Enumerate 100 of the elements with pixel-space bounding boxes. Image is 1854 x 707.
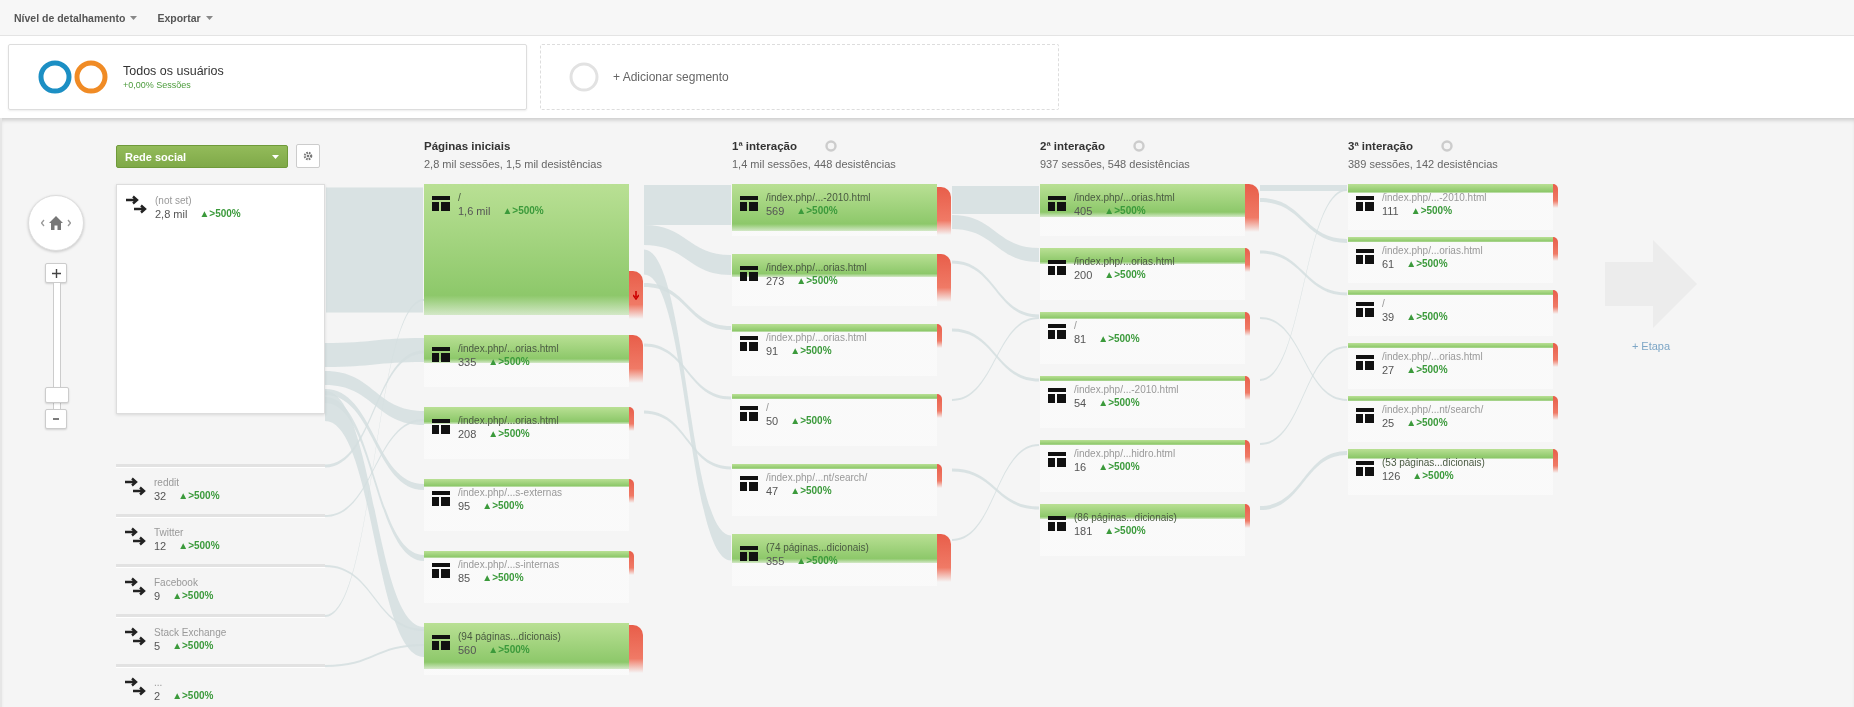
- dropoff-bar: [1245, 312, 1250, 336]
- node-count: 16: [1074, 461, 1087, 473]
- node-count: 50: [766, 415, 779, 427]
- settings-icon[interactable]: [1441, 140, 1453, 152]
- node-label: /index.php/...nt/search/: [766, 472, 868, 483]
- page-node[interactable]: /index.php/...-2010.html 569 ▲>500%: [732, 184, 951, 236]
- change-indicator: ▲>500%: [172, 590, 214, 602]
- source-node[interactable]: reddit 32 ▲>500%: [116, 464, 325, 514]
- dropoff-bar: [629, 335, 643, 383]
- source-node[interactable]: Facebook 9 ▲>500%: [116, 564, 325, 614]
- arrows-icon: [124, 477, 146, 497]
- node-count: 208: [458, 428, 477, 440]
- node-count: 1,6 mil: [458, 205, 491, 217]
- dropoff-bar: [937, 534, 951, 582]
- settings-icon: [302, 150, 314, 162]
- segment-card[interactable]: Todos os usuários +0,00% Sessões: [8, 44, 527, 110]
- column-title: Páginas iniciais: [424, 140, 511, 152]
- slider-thumb[interactable]: [45, 387, 69, 404]
- node-label: /index.php/...-2010.html: [1382, 192, 1487, 203]
- node-count: 81: [1074, 333, 1087, 345]
- node-label: /index.php/...orias.html: [458, 343, 559, 354]
- page-icon: [1048, 452, 1066, 467]
- caret-icon: [130, 15, 138, 20]
- segment-subtitle: +0,00% Sessões: [123, 80, 192, 90]
- node-count: 2,8 mil: [155, 208, 188, 220]
- dropoff-bar: [1245, 504, 1250, 528]
- dropoff-bar: [1553, 343, 1558, 367]
- dropoff-bar: [1245, 184, 1259, 232]
- page-icon: [1356, 196, 1374, 211]
- node-label: /index.php/...hidro.html: [1074, 448, 1176, 459]
- page-node[interactable]: /index.php/...orias.html 273 ▲>500%: [732, 254, 951, 306]
- change-indicator: ▲>500%: [488, 428, 530, 440]
- change-indicator: ▲>500%: [1406, 258, 1448, 270]
- home-button[interactable]: [28, 195, 84, 251]
- minus-icon: [53, 418, 59, 420]
- page-icon: [432, 491, 450, 506]
- change-indicator: ▲>500%: [1098, 333, 1140, 345]
- change-indicator: ▲>500%: [1098, 397, 1140, 409]
- dropoff-bar: [629, 551, 634, 575]
- add-segment-button[interactable]: + Adicionar segmento: [540, 44, 1059, 110]
- dropoff-bar: [1553, 184, 1558, 208]
- page-node[interactable]: (94 páginas...dicionais) 560 ▲>500%: [424, 623, 643, 675]
- settings-icon[interactable]: [1133, 140, 1145, 152]
- page-icon: [740, 476, 758, 491]
- change-indicator: ▲>500%: [1104, 269, 1146, 281]
- change-indicator: ▲>500%: [178, 540, 220, 552]
- node-label: /index.php/...orias.html: [1074, 192, 1175, 203]
- home-navigation-icon: [41, 214, 71, 232]
- page-node[interactable]: /index.php/...orias.html 405 ▲>500%: [1040, 184, 1259, 236]
- dropoff-bar: [1245, 376, 1250, 400]
- node-count: 335: [458, 356, 477, 368]
- source-node[interactable]: Twitter 12 ▲>500%: [116, 514, 325, 564]
- dropoff-bar: [937, 394, 942, 418]
- column-title: 1ª interação: [732, 140, 797, 152]
- node-count: 85: [458, 572, 471, 584]
- change-indicator: ▲>500%: [1406, 311, 1448, 323]
- change-indicator: ▲>500%: [172, 640, 214, 652]
- change-indicator: ▲>500%: [1410, 205, 1453, 217]
- node-count: 5: [154, 640, 161, 652]
- plus-icon: [51, 268, 61, 278]
- arrows-icon: [125, 195, 147, 215]
- dropoff-bar: [629, 407, 634, 431]
- page-icon: [1048, 196, 1066, 211]
- node-count: 32: [154, 490, 167, 502]
- node-count: 560: [458, 644, 477, 656]
- settings-button[interactable]: [296, 144, 320, 168]
- node-label: Facebook: [154, 577, 199, 588]
- node-label: (not set): [155, 195, 193, 206]
- source-node[interactable]: Stack Exchange 5 ▲>500%: [116, 614, 325, 664]
- node-label: Twitter: [154, 527, 185, 538]
- node-label: (53 páginas...dicionais): [1382, 457, 1485, 468]
- zoom-in-button[interactable]: [45, 263, 67, 283]
- node-label: /index.php/...s-externas: [458, 487, 562, 498]
- page-node[interactable]: /index.php/...orias.html 335 ▲>500%: [424, 335, 643, 387]
- source-node[interactable]: ... 2 ▲>500%: [116, 664, 325, 707]
- dropoff-bar: [1245, 440, 1250, 464]
- page-icon: [1048, 260, 1066, 275]
- page-icon: [1356, 249, 1374, 264]
- node-label: /index.php/...orias.html: [766, 262, 867, 273]
- source-node[interactable]: (not set) 2,8 mil ▲>500%: [116, 184, 325, 414]
- menu-button[interactable]: Nível de detalhamento: [14, 9, 138, 26]
- segment-title: Todos os usuários: [123, 64, 224, 78]
- change-indicator: ▲>500%: [790, 415, 832, 427]
- zoom-out-button[interactable]: [45, 409, 67, 429]
- change-indicator: ▲>500%: [1098, 461, 1140, 473]
- node-label: (74 páginas...dicionais): [766, 542, 869, 553]
- column-title: 3ª interação: [1348, 140, 1413, 152]
- node-label: /index.php/...-2010.html: [1074, 384, 1179, 395]
- change-indicator: ▲>500%: [488, 356, 530, 368]
- dropoff-bar: [937, 186, 951, 235]
- settings-icon[interactable]: [825, 140, 837, 152]
- dropoff-bar: [629, 625, 643, 673]
- segment-circles-icon: [37, 59, 109, 95]
- page-icon: [1356, 461, 1374, 476]
- dropoff-bar: [629, 271, 643, 319]
- node-count: 200: [1074, 269, 1093, 281]
- node-count: 181: [1074, 525, 1093, 537]
- page-icon: [740, 406, 758, 421]
- change-indicator: ▲>500%: [790, 485, 832, 497]
- menu-button[interactable]: Exportar: [157, 9, 213, 26]
